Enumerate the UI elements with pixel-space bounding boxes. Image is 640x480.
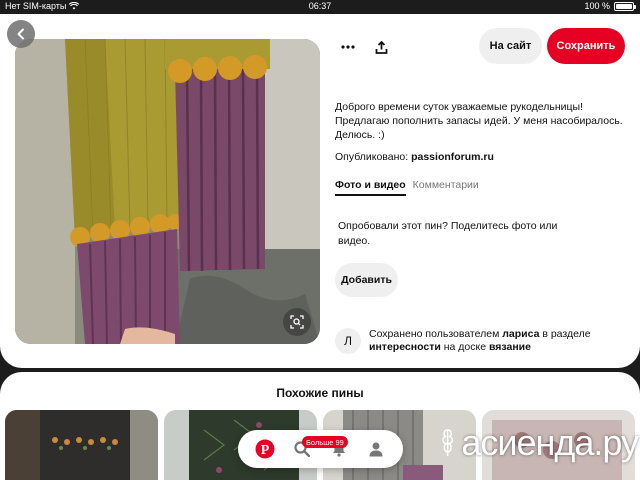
nav-profile[interactable]	[363, 436, 389, 462]
watermark-logo-icon	[442, 429, 454, 457]
notifications-badge: Больше 99	[302, 436, 348, 448]
saved-section-link[interactable]: интересности	[369, 341, 441, 353]
saved-mid1: в разделе	[539, 328, 591, 340]
source-link[interactable]: passionforum.ru	[411, 151, 494, 163]
visit-site-button[interactable]: На сайт	[479, 28, 542, 64]
saved-mid2: на доске	[440, 341, 489, 353]
tab-comments[interactable]: Комментарии	[413, 179, 479, 196]
pin-tabs: Фото и видео Комментарии	[335, 179, 479, 196]
pinterest-logo-icon: P	[255, 439, 275, 459]
back-button[interactable]	[7, 20, 35, 48]
similar-pin-thumb[interactable]	[5, 410, 158, 480]
pin-card: На сайт Сохранить Доброго времени суток …	[0, 14, 640, 368]
tab-photos-videos[interactable]: Фото и видео	[335, 179, 406, 196]
battery-percent: 100 %	[584, 1, 610, 11]
battery-icon	[614, 1, 636, 11]
clock: 06:37	[308, 1, 332, 11]
share-icon	[375, 40, 387, 54]
published-line: Опубликовано: passionforum.ru	[335, 151, 494, 163]
published-prefix: Опубликовано:	[335, 151, 412, 163]
saved-user-link[interactable]: лариса	[502, 328, 539, 340]
status-bar: Нет SIM-карты 06:37 100 %	[0, 0, 640, 14]
share-button[interactable]	[370, 36, 392, 58]
chevron-left-icon	[17, 28, 24, 40]
knitted-sweater-photo	[15, 39, 320, 344]
avatar[interactable]: Л	[335, 328, 361, 354]
pin-image[interactable]	[15, 39, 320, 344]
pin-description: Доброго времени суток уважаемые рукодель…	[335, 101, 623, 141]
nav-home[interactable]: P	[252, 436, 278, 462]
saved-board-link[interactable]: вязание	[489, 341, 531, 353]
saved-by-text: Сохранено пользователем лариса в разделе…	[369, 328, 630, 354]
save-button[interactable]: Сохранить	[547, 28, 625, 64]
more-dots-icon	[341, 45, 355, 49]
try-pin-prompt: Опробовали этот пин? Поделитесь фото или…	[338, 220, 558, 247]
visual-search-button[interactable]	[283, 308, 311, 336]
watermark: асиенда.ру	[438, 408, 639, 478]
similar-pins-title: Похожие пины	[276, 386, 364, 400]
watermark-text: асиенда.ру	[461, 422, 639, 463]
visual-search-icon	[290, 315, 304, 329]
svg-text:P: P	[260, 443, 269, 458]
saved-prefix: Сохранено пользователем	[369, 328, 503, 340]
more-options-button[interactable]	[337, 36, 359, 58]
saved-by-row: Л Сохранено пользователем лариса в разде…	[335, 328, 630, 354]
user-icon	[369, 442, 383, 457]
add-photo-button[interactable]: Добавить	[335, 263, 398, 297]
